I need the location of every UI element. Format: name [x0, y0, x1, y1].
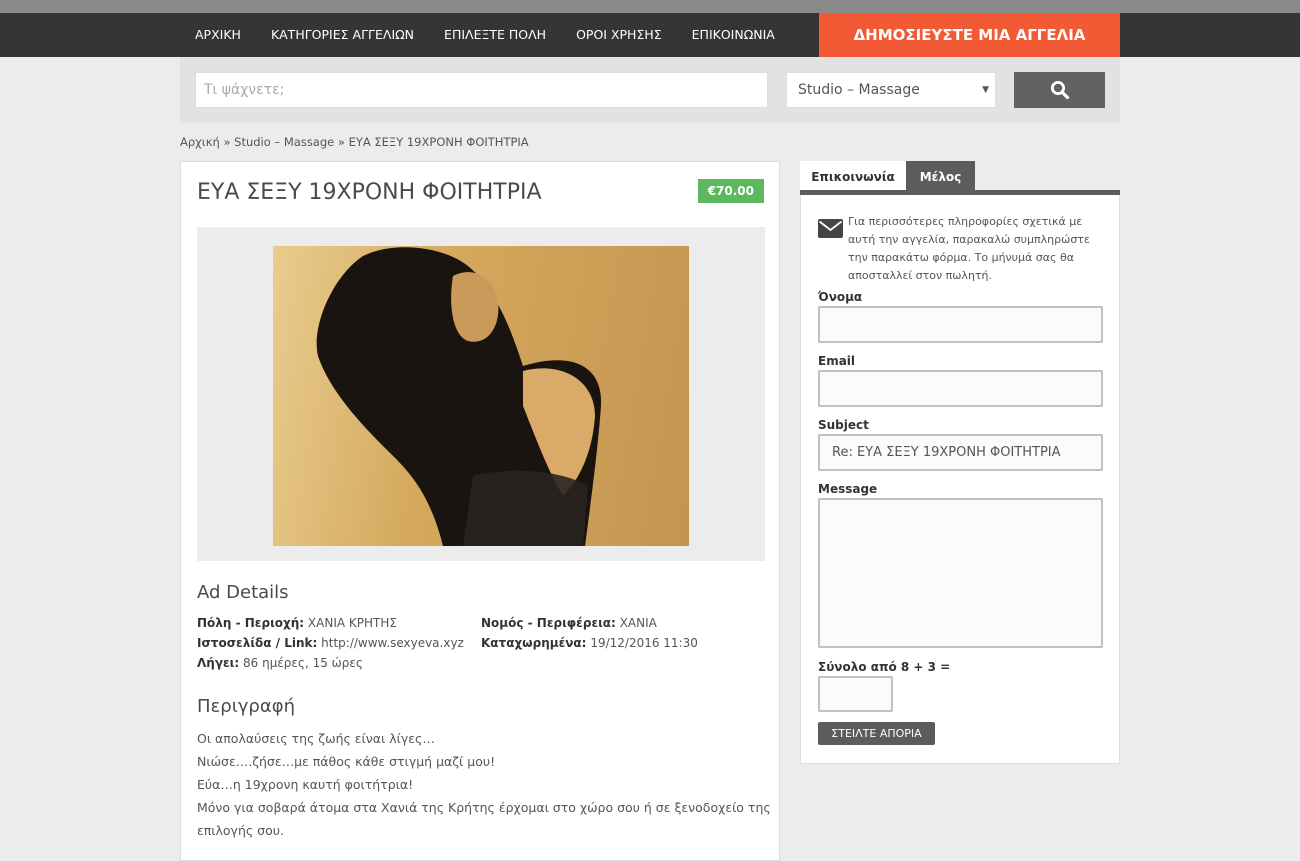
detail-listed-value: 19/12/2016 11:30 — [590, 636, 698, 650]
detail-listed-label: Καταχωρημένα: — [481, 636, 587, 650]
top-strip — [0, 0, 1300, 13]
name-label: Όνομα — [818, 290, 863, 304]
contact-form-panel: Για περισσότερες πληροφορίες σχετικά με … — [800, 195, 1120, 764]
detail-listed: Καταχωρημένα: 19/12/2016 11:30 — [481, 636, 698, 650]
description-line: επιλογής σου. — [197, 823, 284, 838]
ad-title: ΕΥΑ ΣΕΞΥ 19ΧΡΟΝΗ ΦΟΙΤΗΤΡΙΑ — [197, 180, 542, 205]
detail-city-value: ΧΑΝΙΑ ΚΡΗΤΗΣ — [307, 616, 397, 630]
name-field[interactable] — [818, 306, 1103, 343]
breadcrumb-separator: » — [223, 135, 231, 149]
tab-member[interactable]: Μέλος — [906, 161, 975, 190]
category-select-value: Studio – Massage — [798, 82, 920, 98]
detail-prefecture: Νομός - Περιφέρεια: ΧΑΝΙΑ — [481, 616, 657, 630]
nav-item-categories[interactable]: ΚΑΤΗΓΟΡΙΕΣ ΑΓΓΕΛΙΩΝ — [256, 13, 429, 57]
ad-panel: ΕΥΑ ΣΕΞΥ 19ΧΡΟΝΗ ΦΟΙΤΗΤΡΙΑ €70.00 Ad Det… — [180, 161, 780, 861]
captcha-field[interactable] — [818, 676, 893, 712]
send-inquiry-button[interactable]: ΣΤΕΙΛΤΕ ΑΠΟΡΙΑ — [818, 722, 935, 745]
detail-city: Πόλη - Περιοχή: ΧΑΝΙΑ ΚΡΗΤΗΣ — [197, 616, 397, 630]
detail-website-label: Ιστοσελίδα / Link: — [197, 636, 318, 650]
description-heading: Περιγραφή — [197, 696, 296, 717]
detail-expires: Λήγει: 86 ημέρες, 15 ώρες — [197, 656, 363, 670]
price-badge: €70.00 — [697, 179, 764, 203]
nav-item-select-city[interactable]: ΕΠΙΛΕΞΤΕ ΠΟΛΗ — [429, 13, 561, 57]
ad-photo[interactable] — [273, 246, 689, 546]
breadcrumb-separator: » — [337, 135, 345, 149]
category-select[interactable]: Studio – Massage ▼ — [786, 72, 996, 108]
breadcrumb-category-link[interactable]: Studio – Massage — [234, 135, 334, 149]
nav-item-home[interactable]: ΑΡΧΙΚΗ — [180, 13, 256, 57]
description-line: Μόνο για σοβαρά άτομα στα Χανιά της Κρήτ… — [197, 800, 771, 815]
search-button[interactable] — [1014, 72, 1105, 108]
dropdown-arrow-icon: ▼ — [982, 85, 989, 95]
contact-info-text: Για περισσότερες πληροφορίες σχετικά με … — [848, 215, 1090, 282]
envelope-icon — [818, 219, 843, 241]
breadcrumb-home-link[interactable]: Αρχική — [180, 135, 220, 149]
search-bar: Studio – Massage ▼ — [180, 57, 1120, 123]
detail-prefecture-label: Νομός - Περιφέρεια: — [481, 616, 616, 630]
search-input[interactable] — [195, 72, 768, 108]
detail-website: Ιστοσελίδα / Link: http://www.sexyeva.xy… — [197, 636, 464, 650]
description-line: Εύα…η 19χρονη καυτή φοιτήτρια! — [197, 777, 414, 792]
message-label: Message — [818, 482, 878, 496]
detail-expires-value: 86 ημέρες, 15 ώρες — [243, 656, 363, 670]
email-field[interactable] — [818, 370, 1103, 407]
subject-label: Subject — [818, 418, 869, 432]
tab-contact[interactable]: Επικοινωνία — [800, 161, 906, 190]
sidebar-tabs: Επικοινωνία Μέλος — [800, 161, 1120, 195]
main-navbar: ΑΡΧΙΚΗ ΚΑΤΗΓΟΡΙΕΣ ΑΓΓΕΛΙΩΝ ΕΠΙΛΕΞΤΕ ΠΟΛΗ… — [0, 13, 1300, 57]
nav-item-contact[interactable]: ΕΠΙΚΟΙΝΩΝΙΑ — [677, 13, 790, 57]
message-field[interactable] — [818, 498, 1103, 648]
detail-prefecture-value: ΧΑΝΙΑ — [619, 616, 657, 630]
detail-expires-label: Λήγει: — [197, 656, 240, 670]
search-icon — [1050, 81, 1069, 100]
captcha-label: Σύνολο από 8 + 3 = — [818, 660, 951, 674]
post-ad-button[interactable]: ΔΗΜΟΣΙΕΥΣΤΕ ΜΙΑ ΑΓΓΕΛΙΑ — [819, 13, 1120, 57]
description-line: Νιώσε….ζήσε…με πάθος κάθε στιγμή μαζί μο… — [197, 754, 496, 769]
breadcrumb: Αρχική » Studio – Massage » ΕΥΑ ΣΕΞΥ 19Χ… — [180, 135, 529, 149]
breadcrumb-current: ΕΥΑ ΣΕΞΥ 19ΧΡΟΝΗ ΦΟΙΤΗΤΡΙΑ — [348, 135, 529, 149]
detail-city-label: Πόλη - Περιοχή: — [197, 616, 305, 630]
email-label: Email — [818, 354, 856, 368]
nav-menu: ΑΡΧΙΚΗ ΚΑΤΗΓΟΡΙΕΣ ΑΓΓΕΛΙΩΝ ΕΠΙΛΕΞΤΕ ΠΟΛΗ… — [180, 13, 1120, 57]
ad-image-container — [197, 227, 765, 561]
subject-field[interactable] — [818, 434, 1103, 471]
nav-item-terms[interactable]: ΟΡΟΙ ΧΡΗΣΗΣ — [561, 13, 677, 57]
ad-details-heading: Ad Details — [197, 582, 289, 603]
detail-website-link[interactable]: http://www.sexyeva.xyz — [321, 636, 464, 650]
description-line: Οι απολαύσεις της ζωής είναι λίγες… — [197, 731, 435, 746]
